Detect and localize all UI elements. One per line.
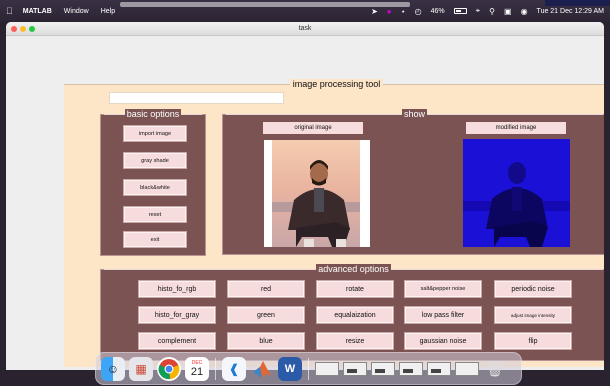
word-icon[interactable]: W — [278, 356, 302, 381]
minimize-window-icon[interactable] — [20, 26, 26, 32]
equalization-button[interactable]: equalaization — [316, 306, 394, 324]
siri-icon[interactable]: ◉ — [521, 7, 528, 16]
location-icon[interactable]: ➤ — [371, 7, 378, 16]
minimized-window-thumb[interactable] — [315, 361, 339, 376]
main-panel: image processing tool basic options impo… — [64, 79, 604, 367]
complement-button[interactable]: complement — [138, 332, 216, 350]
zoom-window-icon[interactable] — [29, 26, 35, 32]
periodic-noise-button[interactable]: periodic noise — [494, 280, 572, 298]
minimized-window-thumb[interactable] — [427, 361, 451, 376]
gray-shade-button[interactable]: gray shade — [123, 152, 187, 169]
advanced-options-title: advanced options — [316, 264, 391, 274]
minimized-window-thumb[interactable] — [343, 361, 367, 376]
calendar-icon[interactable]: DEC 21 — [185, 356, 209, 381]
battery-icon[interactable] — [453, 8, 467, 14]
calendar-day: 21 — [190, 365, 204, 378]
menu-clock[interactable]: Tue 21 Dec 12:29 AM — [537, 8, 604, 15]
chrome-logo-icon — [158, 358, 180, 379]
menu-window[interactable]: Window — [64, 8, 89, 15]
basic-options-group: basic options import image gray shade bl… — [100, 109, 206, 256]
import-image-button[interactable]: import image — [123, 125, 187, 142]
clock-icon[interactable]: ◴ — [415, 7, 422, 16]
minimized-window-thumb[interactable] — [371, 361, 395, 376]
matlab-figure-window: task image processing tool basic options… — [6, 22, 604, 370]
minimized-window-thumb[interactable] — [399, 361, 423, 376]
exit-button[interactable]: exit — [123, 231, 187, 248]
launchpad-icon[interactable]: ▦ — [129, 356, 153, 381]
vscode-icon[interactable]: ❰ — [222, 356, 246, 381]
rotate-button[interactable]: rotate — [316, 280, 394, 298]
modified-image-label: modified image — [466, 122, 566, 134]
histo-fo-rgb-button[interactable]: histo_fo_rgb — [138, 280, 216, 298]
flip-button[interactable]: flip — [494, 332, 572, 350]
reset-button[interactable]: reset — [123, 206, 187, 223]
bluetooth-icon[interactable]: ⋆ — [401, 7, 406, 16]
modified-photo-icon — [463, 139, 570, 247]
dock-separator — [215, 357, 216, 380]
original-image — [264, 140, 370, 247]
resize-button[interactable]: resize — [316, 332, 394, 350]
original-image-label: original image — [263, 122, 363, 134]
figure-canvas: image processing tool basic options impo… — [6, 37, 604, 370]
apple-menu-icon[interactable]:  — [6, 6, 13, 16]
window-titlebar[interactable]: task — [6, 22, 604, 36]
red-button[interactable]: red — [227, 280, 305, 298]
histo-for-gray-button[interactable]: histo_for_gray — [138, 306, 216, 324]
basic-options-title: basic options — [124, 109, 182, 119]
minimized-window-thumb[interactable] — [455, 361, 479, 376]
status-dot-icon[interactable]: ● — [387, 7, 392, 16]
text-edit-field[interactable] — [109, 92, 284, 104]
show-title: show — [401, 109, 427, 119]
wifi-icon[interactable]: ⌖ — [476, 6, 481, 16]
advanced-options-group: advanced options histo_fo_rgb red rotate… — [100, 264, 604, 361]
blue-button[interactable]: blue — [227, 332, 305, 350]
black-white-button[interactable]: black&white — [123, 179, 187, 196]
salt-pepper-noise-button[interactable]: salt&pepper noise — [404, 280, 482, 298]
battery-percent[interactable]: 46% — [431, 8, 445, 15]
modified-image — [463, 139, 570, 247]
chrome-icon[interactable] — [157, 356, 181, 381]
trash-icon[interactable]: 🗑 — [483, 357, 507, 381]
menu-app-name[interactable]: MATLAB — [23, 8, 52, 15]
control-center-icon[interactable]: ▣ — [504, 7, 512, 16]
green-button[interactable]: green — [227, 306, 305, 324]
search-icon[interactable]: ⚲ — [489, 7, 495, 16]
dock: ☺ ▦ DEC 21 ❰ W 🗑 — [95, 352, 522, 385]
menu-help[interactable]: Help — [101, 8, 115, 15]
matlab-logo-icon — [253, 360, 271, 378]
gaussian-noise-button[interactable]: gaussian noise — [404, 332, 482, 350]
top-scroll-indicator — [120, 2, 410, 7]
dock-separator — [308, 357, 309, 380]
close-window-icon[interactable] — [11, 26, 17, 32]
show-group: show original image modified image — [222, 109, 604, 255]
original-photo-icon — [264, 140, 370, 247]
low-pass-filter-button[interactable]: low pass filter — [404, 306, 482, 324]
panel-title: image processing tool — [289, 79, 384, 89]
finder-icon[interactable]: ☺ — [101, 356, 125, 381]
matlab-icon[interactable] — [250, 357, 274, 381]
window-title: task — [298, 25, 312, 32]
top-right-strip — [545, 0, 610, 6]
adjust-image-intensity-button[interactable]: adjust image intensity — [494, 306, 572, 324]
